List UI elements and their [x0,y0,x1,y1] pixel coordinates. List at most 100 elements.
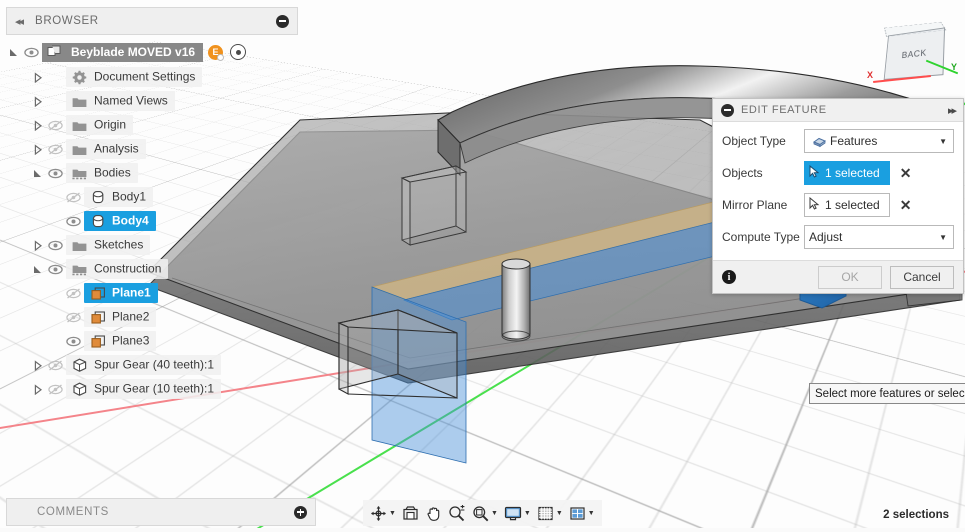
tree-item-spur-gear-40-teeth-1[interactable]: Spur Gear (40 teeth):1 [6,353,298,377]
tree-item-plane2[interactable]: Plane2 [6,305,298,329]
edit-badge-icon[interactable]: E [208,44,225,61]
row-mirror-plane: Mirror Plane 1 selected ✕ [722,193,954,217]
eye-hidden-icon[interactable] [45,143,66,155]
document-component-icon [44,45,65,59]
look-at-button[interactable] [399,501,422,525]
comments-panel[interactable]: COMMENTS [6,498,316,526]
tree-item-document-settings[interactable]: Document Settings [6,65,298,89]
component-icon [69,358,90,372]
tree-item-label: Document Settings [66,67,203,87]
eye-hidden-icon[interactable] [63,191,84,203]
eye-hidden-icon[interactable] [45,359,66,371]
expand-arrow-collapsed-icon[interactable] [30,239,45,251]
mirror-plane-selection-button[interactable]: 1 selected [804,193,890,217]
tree-item-analysis[interactable]: Analysis [6,137,298,161]
object-type-dropdown[interactable]: Features ▼ [804,129,954,153]
plane-icon [87,335,108,348]
orbit-tool-button[interactable]: ▼ [367,501,399,525]
tree-item-plane3[interactable]: Plane3 [6,329,298,353]
viewports-button[interactable]: ▼ [566,501,598,525]
expand-arrow-expanded-icon[interactable] [30,168,45,179]
info-icon[interactable]: i [722,270,736,284]
tree-item-label: Named Views [66,91,175,111]
tree-item-body4[interactable]: Body4 [6,209,298,233]
comments-title: COMMENTS [37,506,109,518]
minimize-circle-icon[interactable] [721,103,734,117]
tree-item-named-views[interactable]: Named Views [6,89,298,113]
edit-feature-dialog[interactable]: EDIT FEATURE ▸▸ Object Type Features ▼ O… [712,98,964,294]
expand-arrow-expanded-icon[interactable] [6,47,21,58]
zoom-button[interactable]: ▼ [469,501,501,525]
plus-circle-icon[interactable] [294,505,307,519]
row-object-type: Object Type Features ▼ [722,129,954,153]
chevron-down-icon[interactable]: ▼ [491,510,498,517]
view-navigation-toolbar[interactable]: ▼ ▼ ▼ ▼ ▼ [363,500,602,526]
plane-icon [87,311,108,324]
dialog-header[interactable]: EDIT FEATURE ▸▸ [713,99,963,122]
display-settings-button[interactable]: ▼ [501,501,534,525]
expand-arrow-collapsed-icon[interactable] [30,119,45,131]
pan-tool-button[interactable] [422,501,445,525]
eye-visible-icon[interactable] [45,168,66,179]
chevron-down-icon[interactable]: ▼ [939,137,949,146]
minimize-circle-icon[interactable] [276,14,289,28]
view-cube[interactable]: BACK X Y [855,16,959,108]
tree-root-row[interactable]: Beyblade MOVED v16 E [6,39,298,65]
eye-visible-icon[interactable] [21,47,42,58]
expand-arrow-collapsed-icon[interactable] [30,95,45,107]
chevron-double-left-icon[interactable]: ◂◂ [15,15,24,28]
tree-item-sketches[interactable]: Sketches [6,233,298,257]
tree-item-spur-gear-10-teeth-1[interactable]: Spur Gear (10 teeth):1 [6,377,298,401]
clear-objects-icon[interactable]: ✕ [900,166,912,180]
clear-mirror-plane-icon[interactable]: ✕ [900,198,912,212]
root-node-pill[interactable]: Beyblade MOVED v16 [42,42,204,62]
tree-item-label: Origin [66,115,134,135]
grid-snaps-button[interactable]: ▼ [534,501,566,525]
look-at-icon [402,505,419,522]
eye-hidden-icon[interactable] [45,119,66,131]
chevron-down-icon[interactable]: ▼ [389,510,396,517]
browser-title: BROWSER [35,15,99,27]
eye-hidden-icon[interactable] [63,311,84,323]
viewcube-axis-y-label: Y [951,62,958,72]
compute-type-dropdown[interactable]: Adjust ▼ [804,225,954,249]
folder-dash-icon [69,167,90,180]
eye-visible-icon[interactable] [63,216,84,227]
chevron-down-icon[interactable]: ▼ [524,510,531,517]
selection-count-status: 2 selections [883,509,949,521]
tree-item-body1[interactable]: Body1 [6,185,298,209]
zoom-icon [472,505,489,522]
eye-visible-icon[interactable] [63,336,84,347]
ok-button[interactable]: OK [818,265,882,289]
expand-arrow-collapsed-icon[interactable] [30,143,45,155]
eye-hidden-icon[interactable] [45,383,66,395]
expand-arrow-collapsed-icon[interactable] [30,383,45,395]
orbit-icon [370,505,387,522]
browser-tree[interactable]: Beyblade MOVED v16 E Document Settings Na… [6,39,298,401]
expand-arrow-expanded-icon[interactable] [30,264,45,275]
tree-item-origin[interactable]: Origin [6,113,298,137]
eye-visible-icon[interactable] [45,264,66,275]
tree-item-bodies[interactable]: Bodies [6,161,298,185]
expand-arrow-collapsed-icon[interactable] [30,359,45,371]
eye-visible-icon[interactable] [45,240,66,251]
expand-arrow-collapsed-icon[interactable] [30,71,45,83]
cancel-button[interactable]: Cancel [890,265,954,289]
body-icon [87,190,108,204]
chevron-down-icon[interactable]: ▼ [556,510,563,517]
eye-hidden-icon[interactable] [63,287,84,299]
chevron-double-right-icon[interactable]: ▸▸ [948,104,957,117]
gear-icon [69,70,90,85]
chevron-down-icon[interactable]: ▼ [588,510,595,517]
chevron-down-icon[interactable]: ▼ [939,233,949,242]
tree-item-plane1[interactable]: Plane1 [6,281,298,305]
objects-selection-button[interactable]: 1 selected [804,161,890,185]
zoom-window-button[interactable] [445,501,469,525]
tree-item-label: Body4 [84,211,156,231]
tree-item-construction[interactable]: Construction [6,257,298,281]
features-icon [809,135,830,148]
target-icon[interactable] [230,44,247,60]
label-mirror-plane: Mirror Plane [722,198,788,212]
view-cube-front-face[interactable]: BACK [883,27,946,80]
row-objects: Objects 1 selected ✕ [722,161,954,185]
